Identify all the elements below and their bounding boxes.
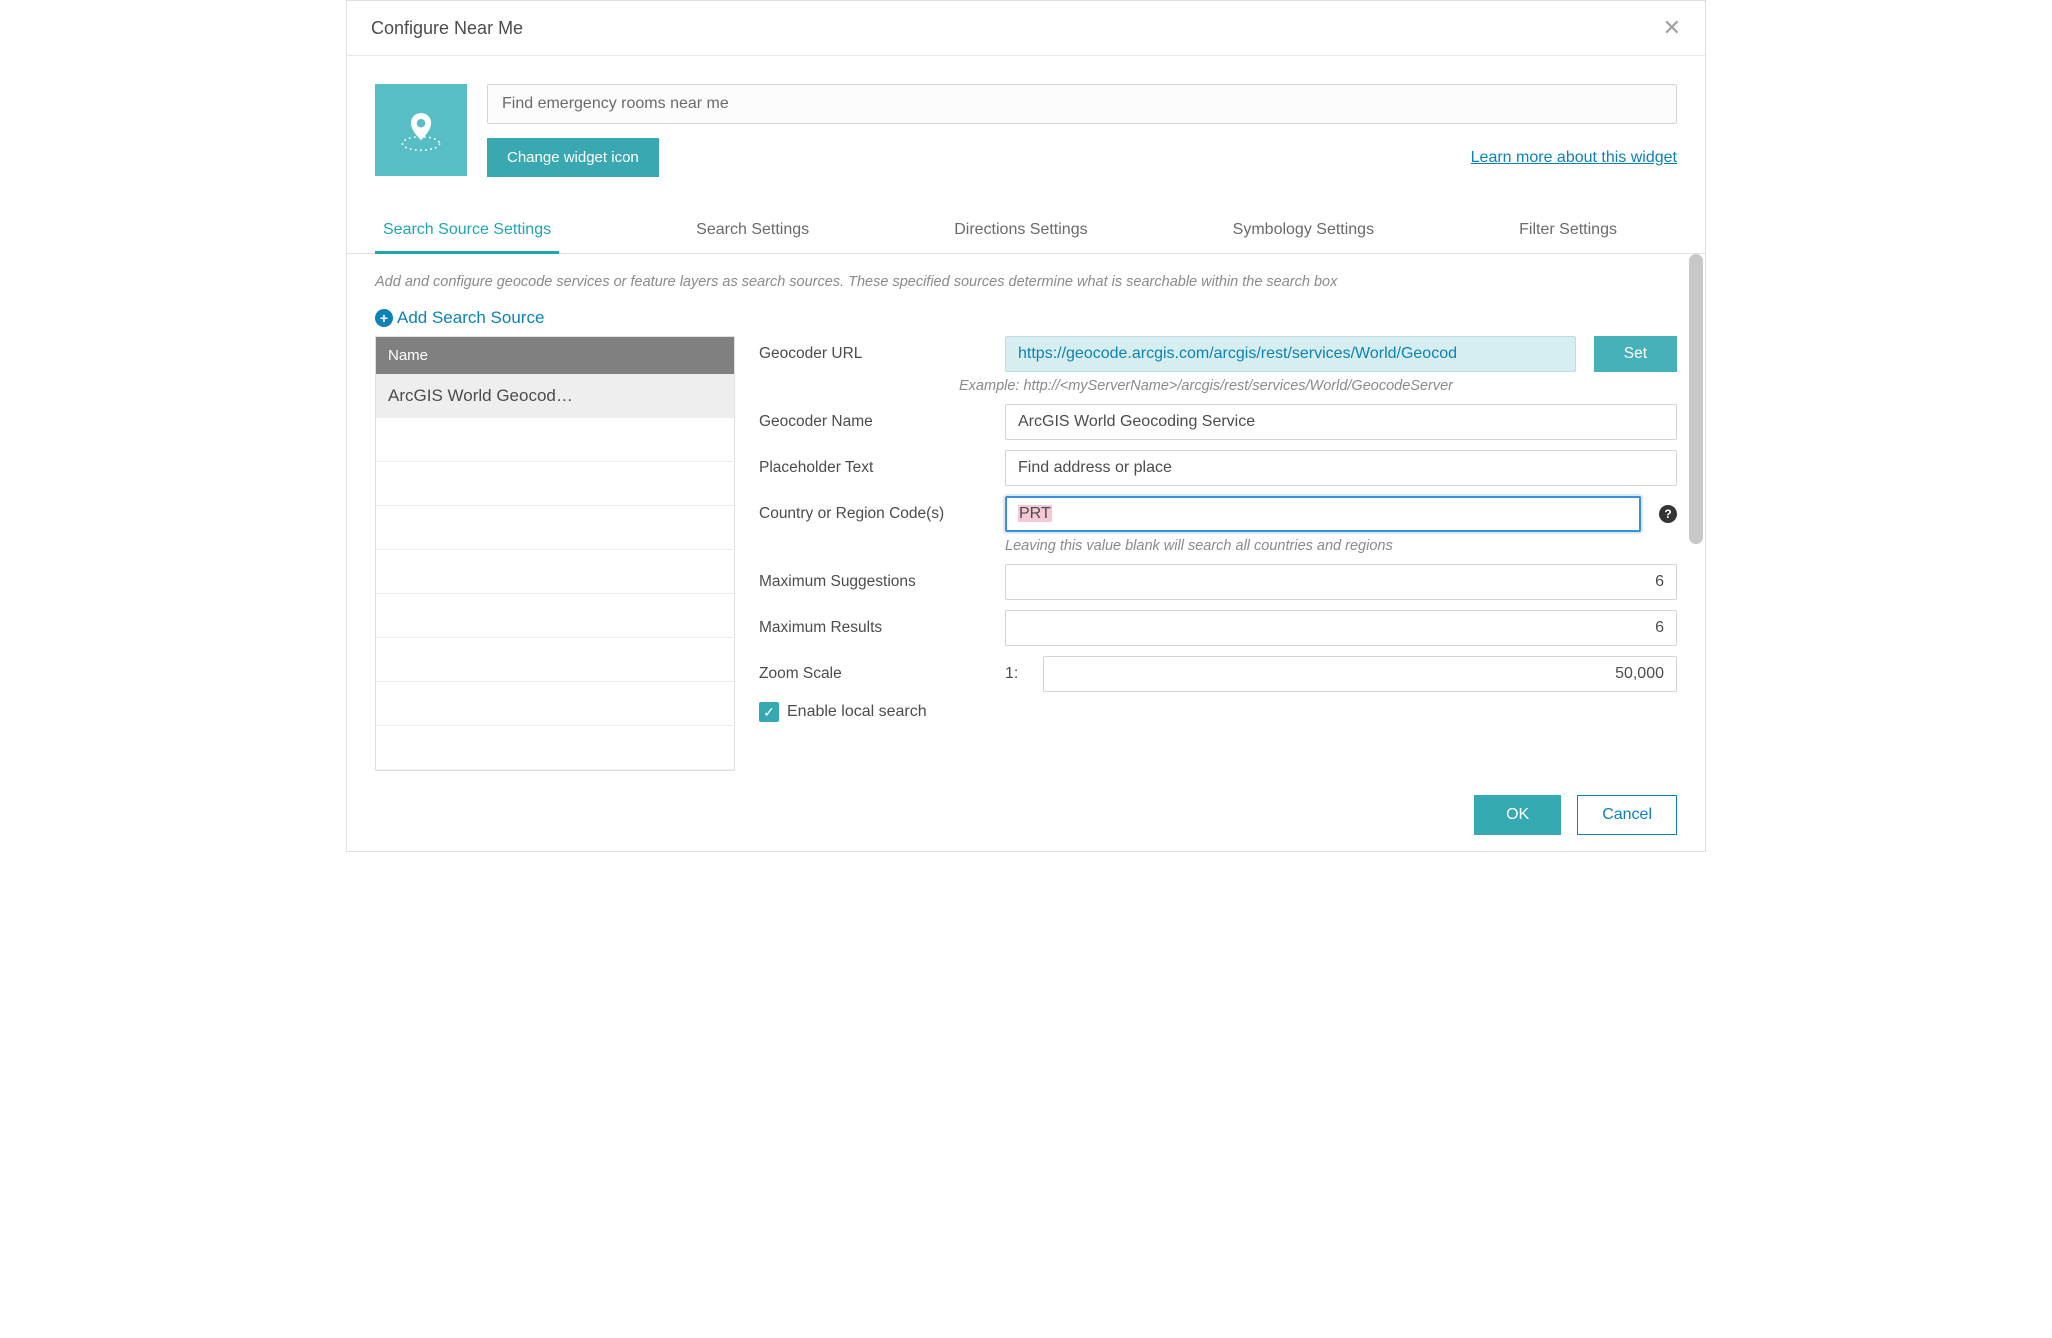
content-area: Add and configure geocode services or fe…	[347, 254, 1705, 781]
tabs: Search Source Settings Search Settings D…	[347, 209, 1705, 254]
geocoder-name-row: Geocoder Name	[759, 404, 1677, 440]
source-list-empty-row	[376, 418, 734, 462]
cancel-button[interactable]: Cancel	[1577, 795, 1677, 835]
dialog-header: Configure Near Me ✕	[347, 1, 1705, 56]
learn-more-link[interactable]: Learn more about this widget	[1471, 149, 1677, 167]
source-list-empty-row	[376, 506, 734, 550]
dialog-title: Configure Near Me	[371, 18, 523, 39]
configure-dialog: Configure Near Me ✕ Change widget icon L…	[346, 0, 1706, 852]
add-source-label: Add Search Source	[397, 308, 544, 328]
placeholder-label: Placeholder Text	[759, 459, 987, 477]
country-code-hint: Leaving this value blank will search all…	[1005, 538, 1677, 554]
max-results-label: Maximum Results	[759, 619, 987, 637]
dialog-footer: OK Cancel	[347, 781, 1705, 851]
max-suggestions-row: Maximum Suggestions	[759, 564, 1677, 600]
geocoder-url-input[interactable]	[1005, 336, 1576, 372]
tab-search-source-settings[interactable]: Search Source Settings	[375, 209, 559, 254]
source-list-empty-row	[376, 594, 734, 638]
tab-filter-settings[interactable]: Filter Settings	[1511, 209, 1625, 254]
widget-right-col: Change widget icon Learn more about this…	[487, 84, 1677, 177]
change-widget-icon-button[interactable]: Change widget icon	[487, 138, 659, 177]
source-list-empty-row	[376, 726, 734, 770]
form-area: Geocoder URL Set Example: http://<myServ…	[759, 336, 1677, 771]
widget-icon	[375, 84, 467, 176]
geocoder-url-example: Example: http://<myServerName>/arcgis/re…	[959, 378, 1677, 394]
source-list-empty-row	[376, 462, 734, 506]
enable-local-search-row[interactable]: ✓ Enable local search	[759, 702, 1677, 722]
country-code-value: PRT	[1018, 505, 1052, 522]
tab-search-settings[interactable]: Search Settings	[688, 209, 817, 254]
placeholder-input[interactable]	[1005, 450, 1677, 486]
max-results-input[interactable]	[1005, 610, 1677, 646]
source-list-item[interactable]: ArcGIS World Geocod…	[376, 374, 734, 418]
source-list-empty-row	[376, 638, 734, 682]
geocoder-url-label: Geocoder URL	[759, 345, 987, 363]
country-code-input[interactable]: PRT	[1005, 496, 1641, 532]
geocoder-name-input[interactable]	[1005, 404, 1677, 440]
ok-button[interactable]: OK	[1474, 795, 1561, 835]
plus-icon: +	[375, 309, 393, 327]
source-list-empty-row	[376, 550, 734, 594]
help-icon[interactable]: ?	[1659, 505, 1677, 523]
max-results-row: Maximum Results	[759, 610, 1677, 646]
zoom-prefix: 1:	[1005, 665, 1025, 683]
close-button[interactable]: ✕	[1663, 15, 1681, 41]
tab-symbology-settings[interactable]: Symbology Settings	[1225, 209, 1382, 254]
set-button[interactable]: Set	[1594, 336, 1677, 372]
enable-local-search-label: Enable local search	[787, 703, 927, 721]
country-code-row: Country or Region Code(s) PRT ?	[759, 496, 1677, 532]
zoom-scale-input[interactable]	[1043, 656, 1677, 692]
country-code-label: Country or Region Code(s)	[759, 505, 987, 523]
geocoder-url-row: Geocoder URL Set	[759, 336, 1677, 372]
source-list-empty-row	[376, 682, 734, 726]
widget-actions: Change widget icon Learn more about this…	[487, 138, 1677, 177]
geocoder-name-label: Geocoder Name	[759, 413, 987, 431]
tab-directions-settings[interactable]: Directions Settings	[946, 209, 1095, 254]
max-suggestions-label: Maximum Suggestions	[759, 573, 987, 591]
max-suggestions-input[interactable]	[1005, 564, 1677, 600]
zoom-scale-label: Zoom Scale	[759, 665, 987, 683]
scrollbar[interactable]	[1689, 254, 1703, 544]
widget-config-row: Change widget icon Learn more about this…	[347, 56, 1705, 177]
helper-text: Add and configure geocode services or fe…	[375, 274, 1677, 290]
source-list-header: Name	[376, 337, 734, 374]
add-search-source-button[interactable]: + Add Search Source	[375, 308, 1677, 328]
widget-name-input[interactable]	[487, 84, 1677, 124]
source-list: Name ArcGIS World Geocod…	[375, 336, 735, 771]
zoom-scale-row: Zoom Scale 1:	[759, 656, 1677, 692]
two-column-layout: Name ArcGIS World Geocod… Geocoder URL S…	[375, 336, 1677, 771]
placeholder-row: Placeholder Text	[759, 450, 1677, 486]
checkbox-checked-icon[interactable]: ✓	[759, 702, 779, 722]
near-me-icon	[394, 103, 448, 157]
